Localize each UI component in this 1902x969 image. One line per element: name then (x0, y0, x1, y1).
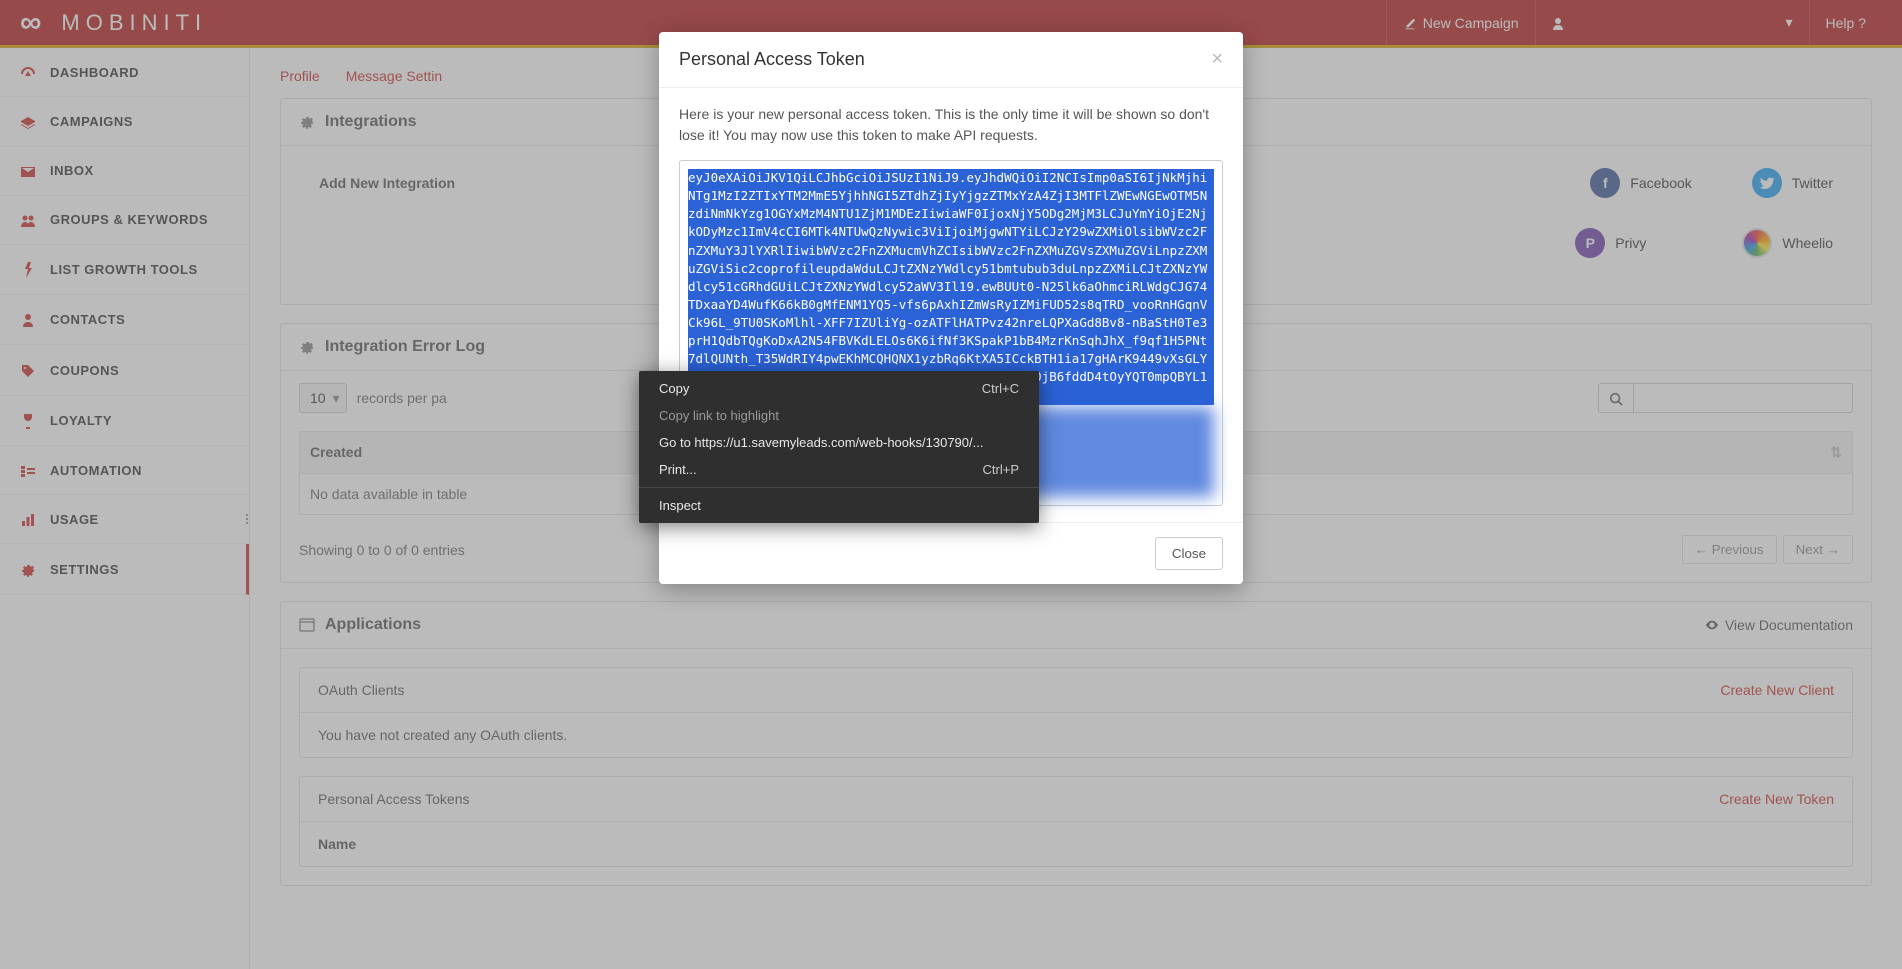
close-icon[interactable]: × (1211, 48, 1223, 71)
modal-footer: Close (659, 522, 1243, 584)
ctx-copy-link[interactable]: Copy link to highlight (639, 402, 1039, 429)
modal-title: Personal Access Token (679, 49, 865, 70)
ctx-divider (639, 487, 1039, 488)
ctx-copy[interactable]: Copy Ctrl+C (639, 375, 1039, 402)
ctx-print[interactable]: Print... Ctrl+P (639, 456, 1039, 483)
ctx-inspect[interactable]: Inspect (639, 492, 1039, 519)
token-text[interactable]: eyJ0eXAiOiJKV1QiLCJhbGciOiJSUzI1NiJ9.eyJ… (688, 169, 1214, 405)
close-button[interactable]: Close (1155, 537, 1223, 570)
ctx-goto[interactable]: Go to https://u1.savemyleads.com/web-hoo… (639, 429, 1039, 456)
modal-header: Personal Access Token × (659, 32, 1243, 88)
context-menu: Copy Ctrl+C Copy link to highlight Go to… (639, 371, 1039, 523)
modal-description: Here is your new personal access token. … (679, 104, 1223, 146)
